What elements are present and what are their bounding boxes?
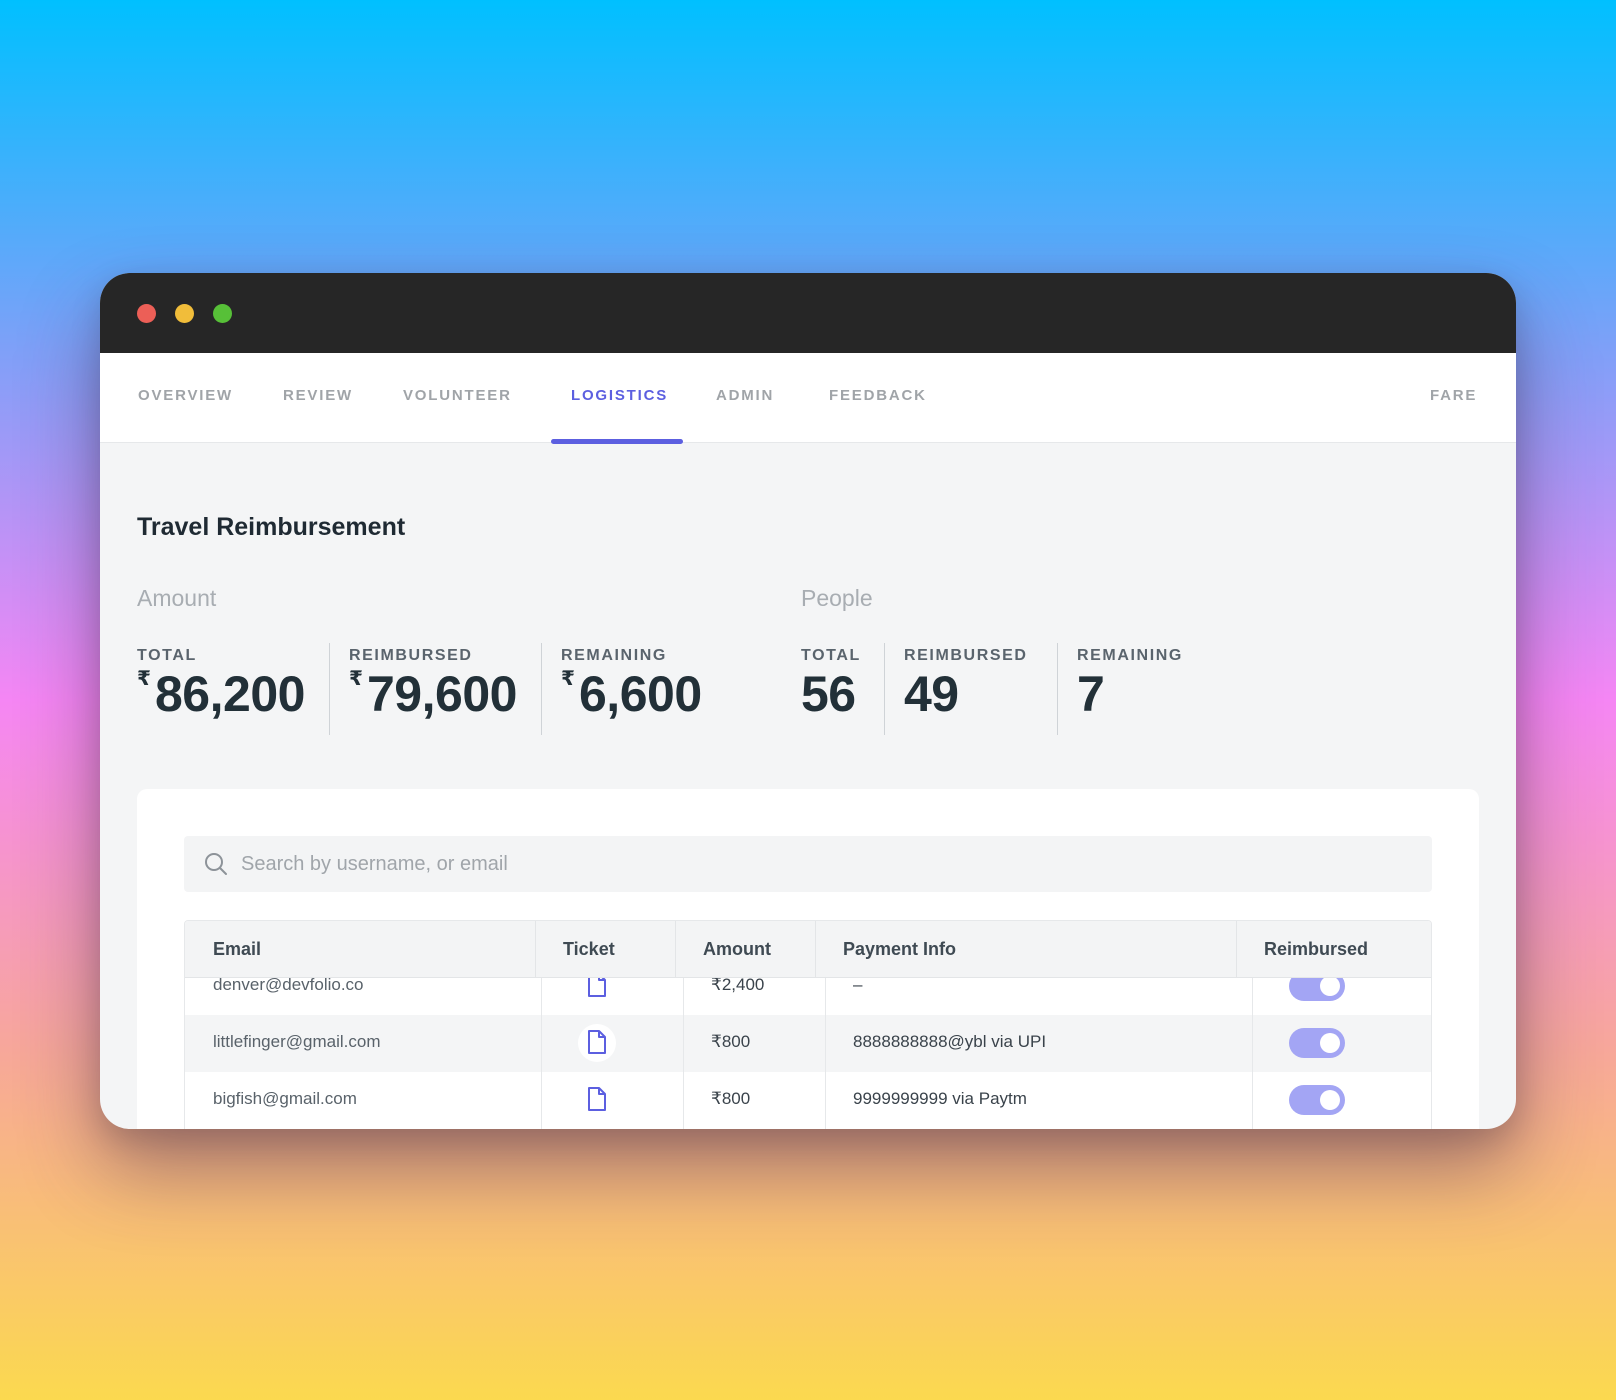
search-input[interactable]	[241, 836, 1391, 892]
tab-feedback[interactable]: FEEDBACK	[829, 387, 927, 404]
stat-divider	[1057, 643, 1058, 735]
column-header-amount[interactable]: Amount	[703, 939, 771, 960]
tab-logistics[interactable]: LOGISTICS	[571, 387, 668, 404]
row-amount: ₹800	[711, 1032, 751, 1051]
toggle-knob	[1320, 1033, 1340, 1053]
tab-fare[interactable]: FARE	[1430, 387, 1477, 404]
reimbursement-table: Email Ticket Amount Payment Info Reimbur…	[184, 920, 1432, 1129]
amount-total-label: TOTAL	[137, 647, 197, 664]
table-row[interactable]: littlefinger@gmail.com ₹800 8888888888@y…	[185, 1015, 1431, 1072]
amount-reimbursed-currency: ₹	[349, 668, 363, 690]
page-title: Travel Reimbursement	[137, 513, 406, 541]
amount-total-value: 86,200	[155, 666, 305, 722]
row-amount: ₹2,400	[711, 975, 765, 994]
people-reimbursed-value: 49	[904, 666, 959, 722]
amount-reimbursed-value: 79,600	[367, 666, 517, 722]
close-window-button[interactable]	[137, 304, 156, 323]
toggle-knob	[1320, 1090, 1340, 1110]
column-divider	[683, 978, 684, 1129]
column-divider	[825, 978, 826, 1129]
row-email: bigfish@gmail.com	[213, 1089, 357, 1108]
header-divider	[535, 921, 536, 978]
people-remaining-label: REMAINING	[1077, 647, 1183, 664]
column-header-email[interactable]: Email	[213, 939, 261, 960]
column-header-payment-info[interactable]: Payment Info	[843, 939, 956, 960]
stat-divider	[884, 643, 885, 735]
column-divider	[1252, 978, 1253, 1129]
table-row[interactable]: bigfish@gmail.com ₹800 9999999999 via Pa…	[185, 1072, 1431, 1129]
ticket-file-icon[interactable]	[586, 1086, 608, 1112]
toggle-knob	[1320, 976, 1340, 996]
people-total-label: TOTAL	[801, 647, 861, 664]
people-reimbursed-label: REIMBURSED	[904, 647, 1028, 664]
row-payment-info: 8888888888@ybl via UPI	[853, 1032, 1047, 1051]
maximize-window-button[interactable]	[213, 304, 232, 323]
top-navigation: OVERVIEW REVIEW VOLUNTEER LOGISTICS ADMI…	[100, 353, 1516, 444]
row-email: denver@devfolio.co	[213, 975, 364, 994]
tab-review[interactable]: REVIEW	[283, 387, 353, 404]
ticket-file-icon[interactable]	[586, 1029, 608, 1055]
header-divider	[675, 921, 676, 978]
window-titlebar	[100, 273, 1516, 353]
column-divider	[541, 978, 542, 1129]
amount-heading: Amount	[137, 585, 217, 611]
app-window: OVERVIEW REVIEW VOLUNTEER LOGISTICS ADMI…	[100, 273, 1516, 1129]
amount-reimbursed-label: REIMBURSED	[349, 647, 473, 664]
amount-remaining-label: REMAINING	[561, 647, 667, 664]
row-payment-info: 9999999999 via Paytm	[853, 1089, 1027, 1108]
minimize-window-button[interactable]	[175, 304, 194, 323]
stat-divider	[541, 643, 542, 735]
header-divider	[815, 921, 816, 978]
reimbursed-toggle[interactable]	[1289, 1028, 1345, 1058]
tab-overview[interactable]: OVERVIEW	[138, 387, 233, 404]
people-total-value: 56	[801, 666, 856, 722]
column-header-ticket[interactable]: Ticket	[563, 939, 615, 960]
table-header: Email Ticket Amount Payment Info Reimbur…	[185, 921, 1431, 978]
header-divider	[1236, 921, 1237, 978]
row-email: littlefinger@gmail.com	[213, 1032, 381, 1051]
people-heading: People	[801, 585, 873, 611]
amount-total-currency: ₹	[137, 668, 151, 690]
reimbursement-card: Email Ticket Amount Payment Info Reimbur…	[137, 789, 1479, 1129]
row-payment-info: –	[853, 975, 863, 994]
active-tab-indicator	[551, 439, 683, 444]
tab-admin[interactable]: ADMIN	[716, 387, 774, 404]
amount-remaining-currency: ₹	[561, 668, 575, 690]
column-header-reimbursed[interactable]: Reimbursed	[1264, 939, 1368, 960]
stat-divider	[329, 643, 330, 735]
row-amount: ₹800	[711, 1089, 751, 1108]
people-remaining-value: 7	[1077, 666, 1105, 722]
amount-remaining-value: 6,600	[579, 666, 702, 722]
reimbursed-toggle[interactable]	[1289, 1085, 1345, 1115]
search-icon	[205, 853, 227, 875]
search-bar	[184, 836, 1432, 892]
tab-volunteer[interactable]: VOLUNTEER	[403, 387, 512, 404]
